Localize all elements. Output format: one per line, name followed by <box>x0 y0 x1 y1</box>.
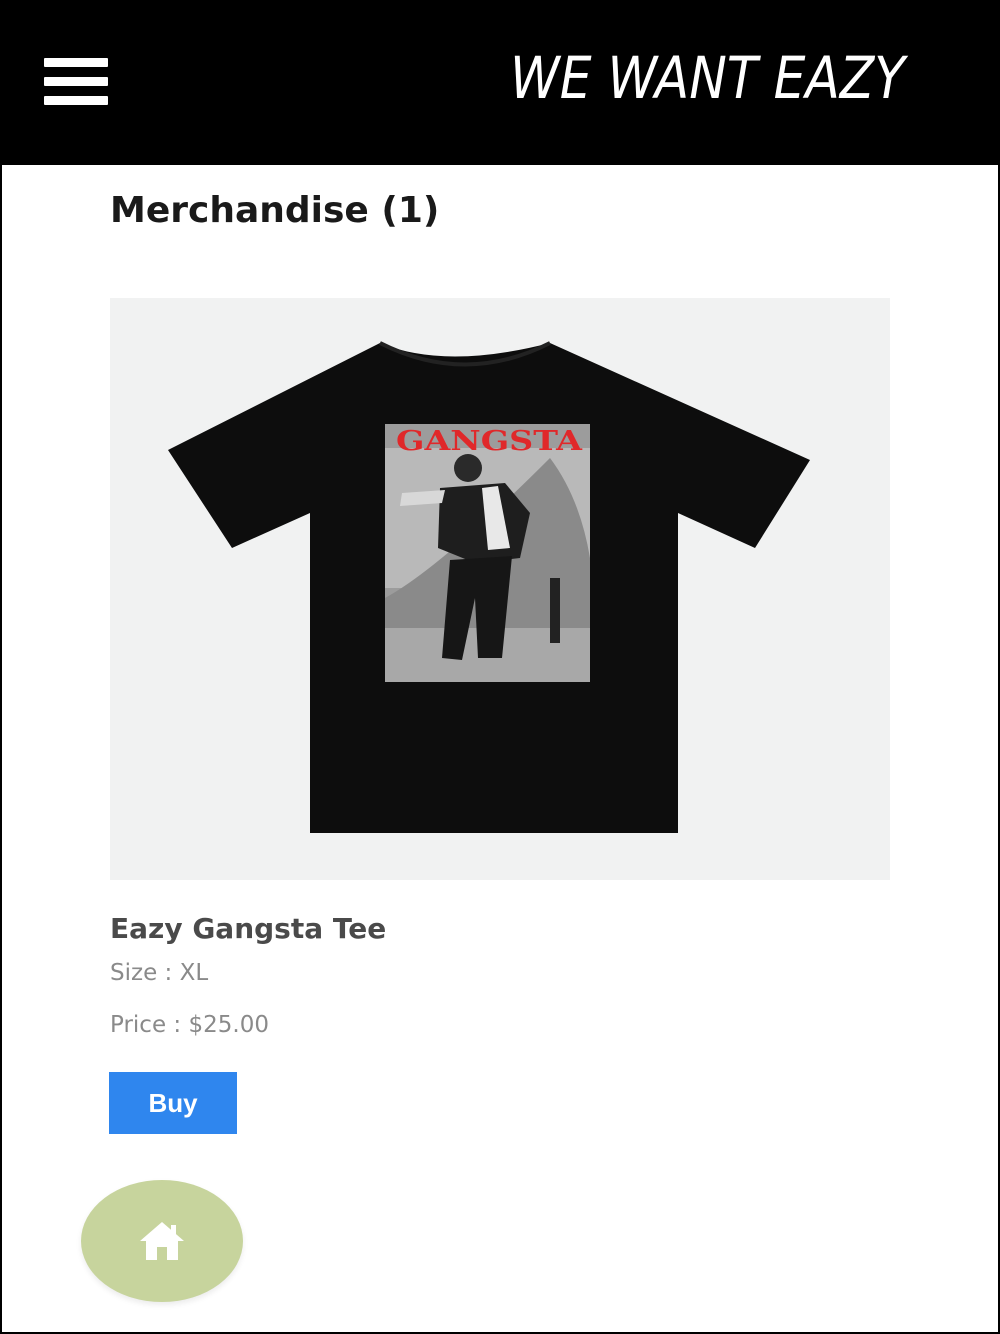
product-name[interactable]: Eazy Gangsta Tee <box>110 912 386 945</box>
svg-text:WE WANT EAZY: WE WANT EAZY <box>510 44 909 110</box>
product-price: Price : $25.00 <box>110 1012 269 1038</box>
product-image[interactable]: GANGSTA <box>110 298 890 880</box>
buy-button[interactable]: Buy <box>109 1072 237 1134</box>
page-title: Merchandise (1) <box>110 190 440 231</box>
product-size: Size : XL <box>110 960 209 986</box>
hamburger-menu-icon[interactable] <box>44 58 108 106</box>
top-header: WE WANT EAZY <box>0 0 1000 165</box>
brand-logo[interactable]: WE WANT EAZY <box>510 40 910 110</box>
print-title: GANGSTA <box>396 426 583 457</box>
home-button[interactable] <box>81 1180 243 1302</box>
home-icon <box>140 1222 184 1260</box>
